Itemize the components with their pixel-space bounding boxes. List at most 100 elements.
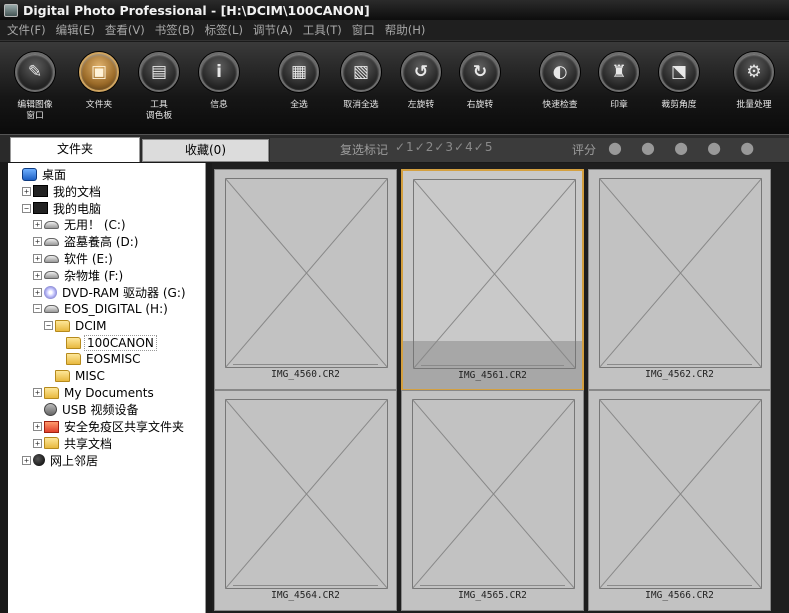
thumbnail-divider: [607, 585, 752, 586]
thumbnail-cell[interactable]: IMG_4561.CR2: [401, 169, 584, 390]
toolbar-button-rotate-right[interactable]: ↻ 右旋转: [449, 52, 511, 111]
tree-node[interactable]: + 我的文档: [22, 183, 103, 200]
toolbar-button-stamp[interactable]: ♜ 印章: [588, 52, 650, 111]
toolbar-button-label: 文件夹: [85, 100, 113, 110]
placeholder-image-icon: [413, 179, 576, 369]
toolbar-button-batch-process[interactable]: ⚙ 批量处理: [723, 52, 785, 111]
tree-node[interactable]: + 共享文档: [33, 435, 114, 452]
toolbar-button-edit-image[interactable]: ✎ 编辑图像 窗口: [4, 52, 66, 122]
toolbar-button-folder[interactable]: ▣ 文件夹: [68, 52, 130, 111]
tree-node[interactable]: + My Documents: [33, 384, 156, 401]
menu-edit[interactable]: 编辑(E): [51, 22, 100, 38]
toolbar-button-label: 裁剪角度: [661, 100, 697, 110]
tree-node[interactable]: + 无用！ (C:): [33, 216, 128, 233]
rating-dots[interactable]: ● ● ● ● ●: [608, 138, 761, 157]
thumbnail-grid: IMG_4560.CR2 IMG_4561.CR2 IMG_4562.CR2 IMG_…: [212, 163, 789, 613]
usb-icon: [44, 403, 57, 417]
menu-help[interactable]: 帮助(H): [380, 22, 431, 38]
tree-node-label: 桌面: [42, 168, 67, 182]
thumbnail-cell[interactable]: IMG_4566.CR2: [588, 390, 771, 611]
thumbnail-divider: [233, 364, 378, 365]
tree-node[interactable]: + DVD-RAM 驱动器 (G:): [33, 284, 188, 301]
menu-file[interactable]: 文件(F): [2, 22, 51, 38]
menu-tools[interactable]: 工具(T): [298, 22, 347, 38]
tree-node[interactable]: EOSMISC: [55, 351, 143, 368]
tree-node[interactable]: − EOS_DIGITAL (H:): [33, 300, 170, 317]
menu-window[interactable]: 窗口: [347, 22, 380, 38]
tab-folder[interactable]: 文件夹: [10, 137, 140, 162]
app-icon: [4, 3, 18, 17]
thumbnail-divider: [420, 585, 565, 586]
collapse-icon[interactable]: −: [33, 304, 42, 314]
toolbar-button-select-all[interactable]: ▦ 全选: [268, 52, 330, 111]
menu-view[interactable]: 查看(V): [100, 22, 150, 38]
tree-node[interactable]: + 安全免疫区共享文件夹: [33, 418, 186, 435]
thumbnail-cell[interactable]: IMG_4565.CR2: [401, 390, 584, 611]
drive-icon: [44, 254, 59, 263]
dpp-window: Digital Photo Professional - [H:\DCIM\10…: [0, 0, 789, 613]
expand-icon[interactable]: +: [22, 186, 31, 196]
tree-node[interactable]: 100CANON: [55, 334, 157, 351]
toolbar-button-label: 全选: [290, 100, 308, 110]
expand-icon[interactable]: +: [33, 237, 42, 247]
toolbar-button-tool-palette[interactable]: ▤ 工具 调色板: [128, 52, 190, 122]
tree-node-label: 网上邻居: [50, 453, 99, 468]
expand-icon[interactable]: +: [33, 388, 42, 398]
tree-node[interactable]: + 软件 (E:): [33, 250, 115, 267]
thumbnail-cell[interactable]: IMG_4562.CR2: [588, 169, 771, 390]
rotate-left-icon: ↺: [413, 62, 429, 82]
toolbar-button-circle: ◐: [540, 52, 580, 92]
toolbar-button-rotate-left[interactable]: ↺ 左旋转: [390, 52, 452, 111]
toolbar-button-crop-angle[interactable]: ⬔ 裁剪角度: [648, 52, 710, 111]
thumbnail-cell[interactable]: IMG_4564.CR2: [214, 390, 397, 611]
expand-icon[interactable]: +: [33, 270, 42, 280]
menu-bookmark[interactable]: 书签(B): [150, 22, 200, 38]
toolbar-button-quick-check[interactable]: ◐ 快速检查: [529, 52, 591, 111]
check-rating-bar: 复选标记 ✓1✓2✓3✓4✓5 评分 ● ● ● ● ●: [270, 138, 789, 162]
expand-icon[interactable]: +: [33, 422, 42, 431]
tree-node[interactable]: MISC: [44, 368, 107, 385]
dark-icon: [33, 202, 48, 215]
tree-node[interactable]: USB 视频设备: [33, 401, 140, 418]
placeholder-image-icon: [412, 399, 575, 589]
tree-node[interactable]: 桌面: [11, 166, 68, 183]
thumbnail-filename: IMG_4566.CR2: [645, 590, 714, 601]
tree-node[interactable]: − DCIM: [44, 317, 109, 334]
tree-node-label: 杂物堆 (F:): [64, 268, 124, 283]
menu-adjust[interactable]: 调节(A): [248, 22, 298, 38]
toolbar-button-circle: ⬔: [659, 52, 699, 92]
toolbar-button-info[interactable]: i 信息: [188, 52, 250, 111]
thumbnail-filename: IMG_4562.CR2: [645, 369, 714, 380]
tree-node[interactable]: + 盗墓養高 (D:): [33, 233, 140, 250]
tree-node[interactable]: + 杂物堆 (F:): [33, 267, 125, 284]
thumbnail-filename: IMG_4565.CR2: [458, 590, 527, 601]
folder-icon: [66, 353, 81, 366]
tab-favorites[interactable]: 收藏(0): [142, 139, 269, 162]
collapse-icon[interactable]: −: [44, 321, 53, 331]
expand-icon[interactable]: +: [33, 287, 42, 297]
tree-node-label: 我的文档: [53, 184, 102, 199]
edit-image-icon: ✎: [27, 62, 43, 82]
expand-icon[interactable]: +: [33, 220, 42, 230]
collapse-icon[interactable]: −: [22, 203, 31, 213]
folder-tree: 桌面 + 我的文档 − 我的电脑 + 无用！ (C:) + 盗墓養高 (D:) + 软件 (E:) +…: [8, 163, 206, 613]
expand-icon[interactable]: +: [22, 455, 31, 465]
placeholder-image-icon: [225, 178, 388, 368]
expand-icon[interactable]: +: [33, 254, 42, 263]
tree-node[interactable]: − 我的电脑: [22, 200, 103, 217]
thumbnail-cell[interactable]: IMG_4560.CR2: [214, 169, 397, 390]
toolbar-button-deselect-all[interactable]: ▧ 取消全选: [330, 52, 392, 111]
thumbnail-divider: [233, 585, 378, 586]
menu-bar: 文件(F) 编辑(E) 查看(V) 书签(B) 标签(L) 调节(A) 工具(T…: [0, 20, 789, 41]
tree-node[interactable]: + 网上邻居: [22, 452, 100, 469]
tree-node-label: 安全免疫区共享文件夹: [64, 420, 185, 434]
tree-node-label: 我的电脑: [53, 201, 102, 216]
check-mark-buttons[interactable]: ✓1✓2✓3✓4✓5: [395, 140, 493, 154]
expand-icon[interactable]: +: [33, 438, 42, 448]
select-all-icon: ▦: [290, 62, 308, 82]
menu-label[interactable]: 标签(L): [200, 22, 248, 38]
thumbnail-filename: IMG_4561.CR2: [458, 370, 527, 381]
toolbar-button-label: 印章: [610, 100, 628, 110]
